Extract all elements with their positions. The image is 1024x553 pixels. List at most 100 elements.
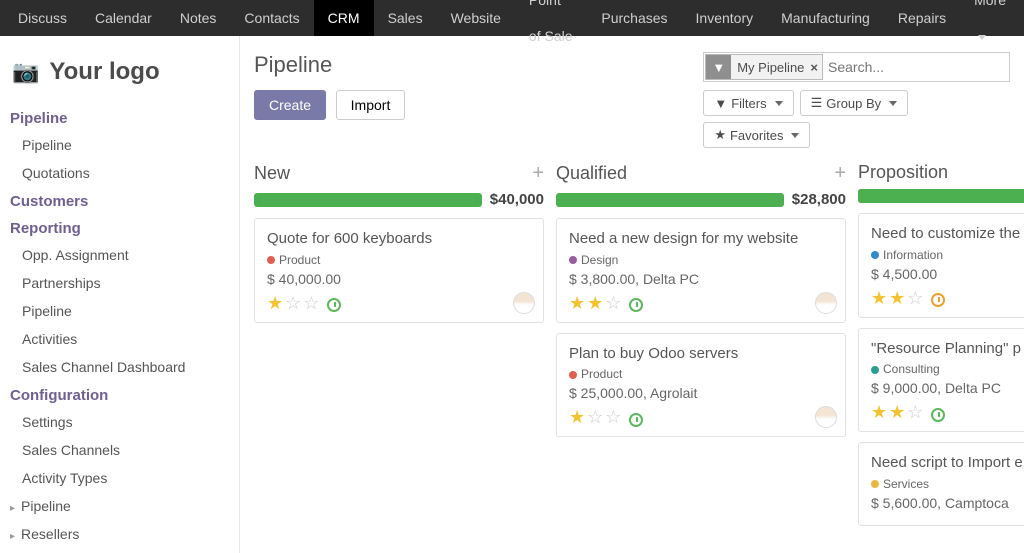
card-tag: Product xyxy=(569,367,833,381)
import-button[interactable]: Import xyxy=(336,90,406,120)
nav-calendar[interactable]: Calendar xyxy=(81,0,166,36)
card-amount: $ 25,000.00, Agrolait xyxy=(569,385,833,401)
priority-stars[interactable]: ★★☆ xyxy=(569,293,623,313)
add-card-button[interactable]: + xyxy=(532,162,544,185)
nav-discuss[interactable]: Discuss xyxy=(4,0,81,36)
sidebar-item-pipeline[interactable]: Pipeline xyxy=(0,131,239,159)
sidebar-section-reporting: Reporting xyxy=(0,214,239,241)
sidebar-item-opp-assignment[interactable]: Opp. Assignment xyxy=(0,241,239,269)
sidebar-item-resellers[interactable]: Resellers xyxy=(0,520,239,548)
search-input[interactable] xyxy=(824,54,1009,80)
card-amount: $ 3,800.00, Delta PC xyxy=(569,271,833,287)
filters-button[interactable]: ▼Filters xyxy=(703,90,793,116)
tag-dot-icon xyxy=(871,480,879,488)
sidebar-item-sales-channel-dashboard[interactable]: Sales Channel Dashboard xyxy=(0,353,239,381)
priority-stars[interactable]: ★★☆ xyxy=(871,288,925,308)
sidebar-section-pipeline: Pipeline xyxy=(0,104,239,131)
avatar[interactable] xyxy=(513,292,535,314)
card-tag: Services xyxy=(871,477,1024,491)
card-title: "Resource Planning" p development xyxy=(871,339,1024,359)
sidebar-item-partnerships[interactable]: Partnerships xyxy=(0,269,239,297)
sidebar-section-configuration: Configuration xyxy=(0,381,239,408)
kanban-column-proposition: Proposition Need to customize the Inform… xyxy=(858,162,1024,536)
card-title: Plan to buy Odoo servers xyxy=(569,344,833,364)
kanban-card[interactable]: Plan to buy Odoo servers Product $ 25,00… xyxy=(556,333,846,438)
nav-manufacturing[interactable]: Manufacturing xyxy=(767,0,884,36)
logo-text: Your logo xyxy=(49,58,159,86)
priority-stars[interactable]: ★★☆ xyxy=(871,402,925,422)
column-title: Qualified xyxy=(556,163,627,184)
nav-website[interactable]: Website xyxy=(437,0,515,36)
priority-stars[interactable]: ★☆☆ xyxy=(569,407,623,427)
column-total: $40,000 xyxy=(490,191,544,208)
sidebar-item-activities[interactable]: Activities xyxy=(0,325,239,353)
page-title: Pipeline xyxy=(254,52,405,78)
nav-repairs[interactable]: Repairs xyxy=(884,0,960,36)
activity-clock-icon[interactable] xyxy=(327,298,341,312)
filters-label: Filters xyxy=(731,96,766,111)
create-button[interactable]: Create xyxy=(254,90,326,120)
sidebar-item-sales-channels[interactable]: Sales Channels xyxy=(0,436,239,464)
card-title: Need a new design for my website xyxy=(569,229,833,249)
card-tag: Information xyxy=(871,248,1024,262)
sidebar-item-pipeline-config[interactable]: Pipeline xyxy=(0,492,239,520)
kanban-card[interactable]: Quote for 600 keyboards Product $ 40,000… xyxy=(254,218,544,323)
column-title: New xyxy=(254,163,290,184)
nav-inventory[interactable]: Inventory xyxy=(682,0,768,36)
card-tag: Consulting xyxy=(871,362,1024,376)
activity-clock-icon[interactable] xyxy=(629,413,643,427)
card-amount: $ 4,500.00 xyxy=(871,266,1024,282)
camera-icon: 📷 xyxy=(12,59,39,85)
groupby-label: Group By xyxy=(826,96,881,111)
avatar[interactable] xyxy=(815,406,837,428)
sidebar: 📷 Your logo Pipeline Pipeline Quotations… xyxy=(0,36,240,553)
sidebar-item-settings[interactable]: Settings xyxy=(0,408,239,436)
favorites-button[interactable]: ★Favorites xyxy=(703,122,810,148)
nav-crm[interactable]: CRM xyxy=(314,0,374,36)
sidebar-item-activity-types[interactable]: Activity Types xyxy=(0,464,239,492)
chevron-down-icon xyxy=(775,101,783,106)
card-amount: $ 9,000.00, Delta PC xyxy=(871,380,1024,396)
card-title: Quote for 600 keyboards xyxy=(267,229,531,249)
kanban-card[interactable]: Need script to Import e Services $ 5,600… xyxy=(858,442,1024,526)
avatar[interactable] xyxy=(815,292,837,314)
nav-contacts[interactable]: Contacts xyxy=(230,0,313,36)
sidebar-item-quotations[interactable]: Quotations xyxy=(0,159,239,187)
sidebar-section-customers[interactable]: Customers xyxy=(0,187,239,214)
sidebar-item-pipeline-report[interactable]: Pipeline xyxy=(0,297,239,325)
tag-dot-icon xyxy=(569,256,577,264)
control-bar: Pipeline Create Import ▼ My Pipeline × ▼… xyxy=(240,36,1024,158)
nav-sales[interactable]: Sales xyxy=(374,0,437,36)
column-progress xyxy=(556,193,784,207)
kanban-board: New + $40,000 Quote for 600 keyboards Pr… xyxy=(240,158,1024,536)
add-card-button[interactable]: + xyxy=(834,162,846,185)
card-title: Need to customize the xyxy=(871,224,1024,244)
logo: 📷 Your logo xyxy=(0,36,239,104)
kanban-card[interactable]: Need a new design for my website Design … xyxy=(556,218,846,323)
card-tag: Product xyxy=(267,253,531,267)
card-tag: Design xyxy=(569,253,833,267)
nav-more-label: More xyxy=(974,0,1006,8)
card-amount: $ 40,000.00 xyxy=(267,271,531,287)
priority-stars[interactable]: ★☆☆ xyxy=(267,293,321,313)
kanban-column-new: New + $40,000 Quote for 600 keyboards Pr… xyxy=(254,162,544,536)
list-icon: ☰ xyxy=(811,95,823,111)
column-total: $28,800 xyxy=(792,191,846,208)
search-facet[interactable]: ▼ My Pipeline × xyxy=(705,54,823,80)
groupby-button[interactable]: ☰Group By xyxy=(800,90,909,116)
activity-clock-icon[interactable] xyxy=(931,293,945,307)
nav-purchases[interactable]: Purchases xyxy=(587,0,681,36)
activity-clock-icon[interactable] xyxy=(931,408,945,422)
activity-clock-icon[interactable] xyxy=(629,298,643,312)
kanban-card[interactable]: "Resource Planning" p development Consul… xyxy=(858,328,1024,433)
kanban-column-qualified: Qualified + $28,800 Need a new design fo… xyxy=(556,162,846,536)
column-title: Proposition xyxy=(858,162,948,183)
nav-notes[interactable]: Notes xyxy=(166,0,231,36)
tag-dot-icon xyxy=(871,366,879,374)
tag-dot-icon xyxy=(569,371,577,379)
close-icon[interactable]: × xyxy=(810,60,818,75)
chevron-down-icon xyxy=(889,101,897,106)
content: Pipeline Create Import ▼ My Pipeline × ▼… xyxy=(240,36,1024,553)
search-bar[interactable]: ▼ My Pipeline × xyxy=(703,52,1010,82)
kanban-card[interactable]: Need to customize the Information $ 4,50… xyxy=(858,213,1024,318)
